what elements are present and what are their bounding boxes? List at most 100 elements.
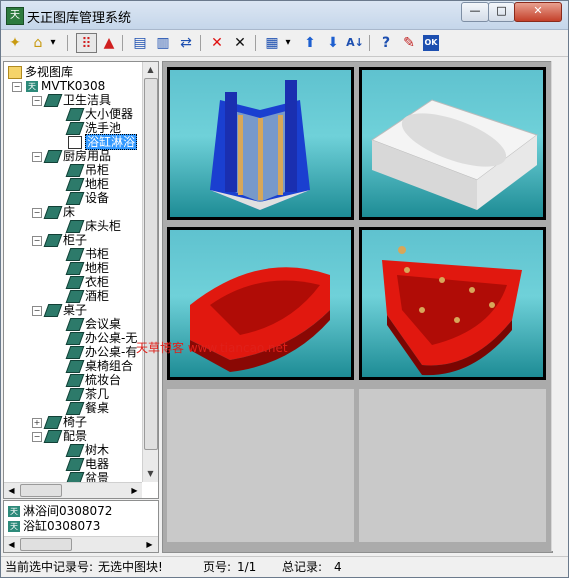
title-bar: 天 天正图库管理系统 — □ ✕ [1,1,568,30]
delete-icon[interactable]: ✕ [230,33,250,53]
tree-item[interactable]: 床头柜 [65,219,121,233]
item-label: 树木 [85,443,110,457]
tree-item[interactable]: 餐桌 [65,401,109,415]
grid-select-icon[interactable]: ⠿ [76,33,97,53]
thumbnail-red-corner-bathtub[interactable] [167,227,354,380]
scroll-down-icon[interactable]: ▼ [143,466,158,481]
tree-item[interactable]: 办公桌-有 [65,345,137,359]
tree-category[interactable]: − 桌子 [32,303,87,317]
collapse-icon[interactable]: − [32,207,42,218]
delete-red-icon[interactable]: ✕ [207,33,227,53]
new-icon[interactable]: ✦ [5,33,25,53]
scroll-up-icon[interactable]: ▲ [143,62,158,77]
item-label-selected: 浴缸淋浴 [85,134,138,150]
book-icon [65,248,85,261]
thumbnail-white-bathtub[interactable] [359,67,546,220]
tree-category[interactable]: − 厨房用品 [32,149,111,163]
replace-icon[interactable]: ⇄ [176,33,196,53]
thumbnail-empty[interactable] [167,389,354,542]
scroll-thumb[interactable] [144,78,158,450]
collapse-icon[interactable]: − [12,81,22,92]
status-current-value: 无选中图块! [98,560,163,574]
h-scroll-thumb[interactable] [20,484,62,497]
h-scroll-thumb[interactable] [20,538,72,551]
tree-item[interactable]: 桌椅组合 [65,359,133,373]
tree-item[interactable]: 电器 [65,457,109,471]
category-tree[interactable]: 多视图库 − 天 MVTK0308 − 卫生洁具 大小便器 洗手池 浴缸淋浴 − 厨房用… [3,61,159,499]
tree-item[interactable]: 树木 [65,443,110,457]
scroll-right-icon[interactable]: ▶ [142,537,157,552]
tree-item[interactable]: 酒柜 [65,289,109,303]
list-horizontal-scrollbar[interactable]: ◀ ▶ [4,536,158,552]
collapse-icon[interactable]: − [32,305,42,316]
collapse-icon[interactable]: − [32,95,42,106]
tree-category[interactable]: − 柜子 [32,233,87,247]
tree-item[interactable]: 衣柜 [65,275,109,289]
category-label: 厨房用品 [63,149,112,163]
tree-item-selected[interactable]: 浴缸淋浴 [68,134,138,150]
tree-item[interactable]: 书柜 [65,247,110,261]
triangle-icon[interactable]: ▲ [99,33,119,53]
expand-icon[interactable]: + [32,417,42,428]
toolbar-separator [122,35,123,51]
collapse-icon[interactable]: − [32,235,42,246]
tree-item[interactable]: 洗手池 [65,121,121,135]
toolbar-separator [200,35,201,51]
scroll-right-icon[interactable]: ▶ [127,483,142,498]
move-up-icon[interactable]: ⬆ [300,33,320,53]
scroll-left-icon[interactable]: ◀ [4,483,19,498]
tree-root[interactable]: 多视图库 [8,65,73,79]
view-mode-icon[interactable]: ▦ [262,33,282,53]
list-item[interactable]: 天浴缸0308073 [8,519,100,533]
tree-library[interactable]: − 天 MVTK0308 [12,79,105,93]
book-icon [65,108,85,121]
record-list[interactable]: 天淋浴间0308072 天浴缸0308073 ◀ ▶ [3,500,159,553]
close-button[interactable]: ✕ [514,2,562,22]
view-dropdown-icon[interactable]: ▾ [282,33,294,53]
move-down-icon[interactable]: ⬇ [323,33,343,53]
tree-item[interactable]: 地柜 [65,261,109,275]
book-icon [43,304,63,317]
tree-item[interactable]: 地柜 [65,177,109,191]
thumbnail-red-jacuzzi-tub[interactable] [359,227,546,380]
tree-item[interactable]: 茶几 [65,387,109,401]
sort-icon[interactable]: A↓ [345,33,365,53]
tree-item[interactable]: 会议桌 [65,317,121,331]
tree-vertical-scrollbar[interactable]: ▲ ▼ [142,62,158,482]
book-icon [43,416,63,429]
category-label: 柜子 [63,233,88,247]
export-icon[interactable]: ▤ [130,33,150,53]
category-label: 桌子 [63,303,88,317]
thumbnail-empty[interactable] [359,389,546,542]
tree-horizontal-scrollbar[interactable]: ◀ ▶ [4,482,142,498]
minimize-button[interactable]: — [461,2,489,22]
scroll-left-icon[interactable]: ◀ [4,537,19,552]
tree-item[interactable]: 大小便器 [65,107,133,121]
tree-category[interactable]: − 卫生洁具 [32,93,111,107]
tree-category[interactable]: − 床 [32,205,75,219]
grid-vertical-scrollbar[interactable] [551,61,567,551]
tree-category[interactable]: − 配景 [32,429,87,443]
book-icon [65,220,85,233]
import-icon[interactable]: ▥ [153,33,173,53]
collapse-icon[interactable]: − [32,151,42,162]
thumbnail-shower-enclosure[interactable] [167,67,354,220]
help-icon[interactable]: ? [376,33,396,53]
category-label: 卫生洁具 [63,93,112,107]
tree-library-label: MVTK0308 [41,79,106,93]
tree-item[interactable]: 吊柜 [65,163,109,177]
list-item[interactable]: 天淋浴间0308072 [8,504,112,518]
tree-item[interactable]: 梳妆台 [65,373,121,387]
book-icon [65,402,85,415]
dropdown-icon[interactable]: ▾ [47,33,59,53]
tree-item[interactable]: 设备 [65,191,109,205]
open-icon[interactable]: ⌂ [28,33,48,53]
book-icon [65,276,85,289]
tree-item[interactable]: 办公桌-无 [65,331,137,345]
maximize-button[interactable]: □ [488,2,515,22]
collapse-icon[interactable]: − [32,431,42,442]
tree-category[interactable]: + 椅子 [32,415,87,429]
item-label: 书柜 [85,247,110,261]
ok-icon[interactable]: OK [423,35,439,51]
edit-icon[interactable]: ✎ [399,33,419,53]
